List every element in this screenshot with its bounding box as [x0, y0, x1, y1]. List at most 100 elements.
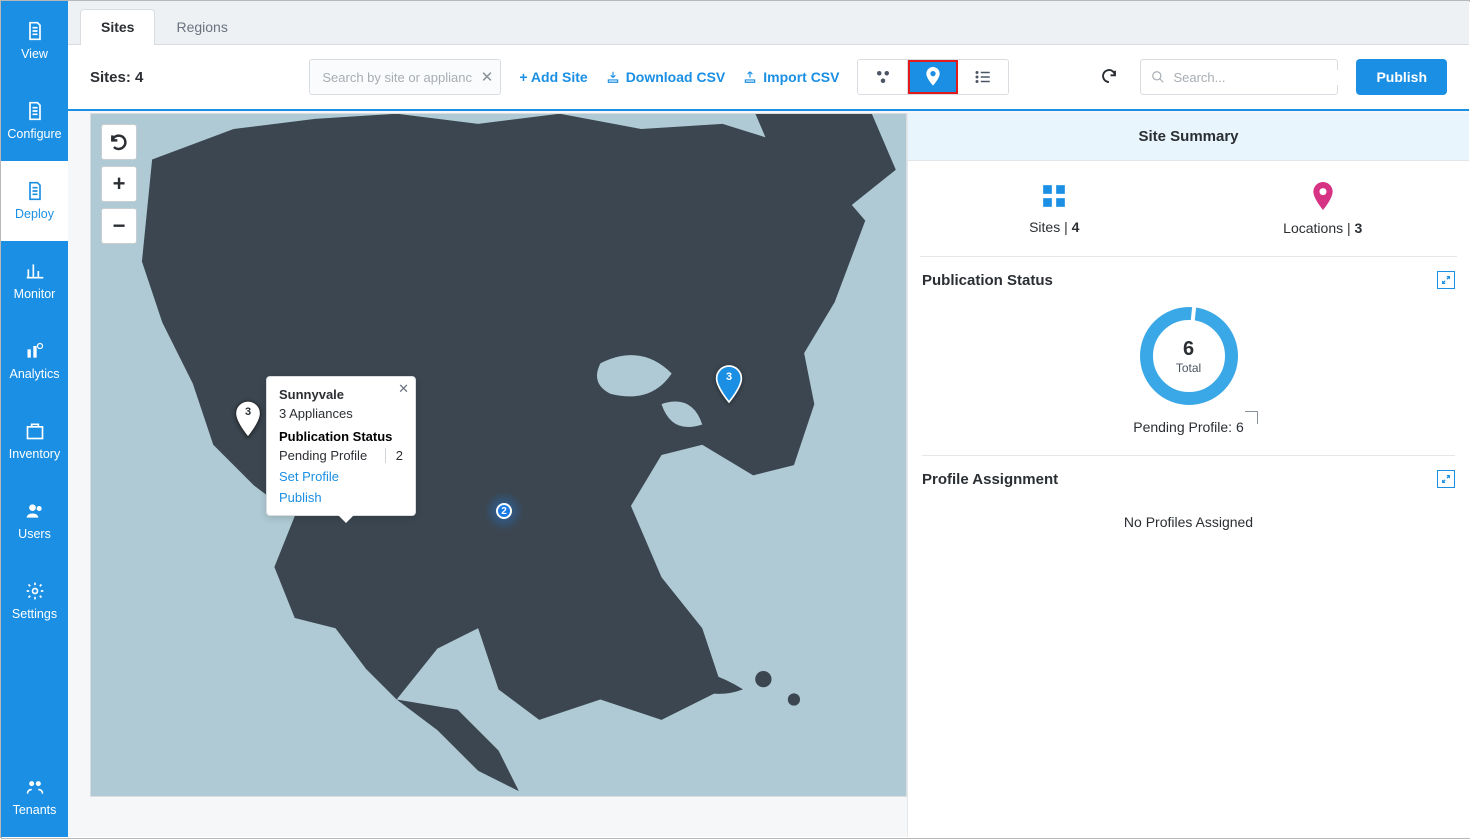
grid-icon	[1041, 183, 1067, 209]
tenants-icon	[25, 777, 45, 797]
popup-title: Sunnyvale	[279, 387, 403, 402]
summary-pane: Site Summary Sites | 4 Locations | 3 Pub…	[907, 113, 1469, 837]
stat-sites[interactable]: Sites | 4	[920, 161, 1189, 256]
world-map	[91, 114, 906, 796]
gear-icon	[25, 581, 45, 601]
sidebar-item-label: Tenants	[13, 803, 57, 817]
download-icon	[606, 70, 620, 84]
pin-count: 3	[245, 406, 251, 418]
publish-button[interactable]: Publish	[1356, 59, 1447, 95]
sidebar-item-label: Monitor	[14, 287, 56, 301]
refresh-button[interactable]	[1100, 67, 1118, 88]
section-title: Profile Assignment	[922, 471, 1058, 488]
no-profiles-message: No Profiles Assigned	[922, 488, 1455, 556]
pin-icon	[925, 67, 941, 87]
tab-label: Sites	[101, 19, 134, 35]
import-csv-button[interactable]: Import CSV	[743, 69, 839, 85]
map-controls: + −	[101, 124, 137, 244]
pin-count: 3	[726, 371, 732, 383]
map-zoom-in-button[interactable]: +	[101, 166, 137, 202]
map-pin-west[interactable]: 3	[234, 401, 262, 437]
view-map-button[interactable]	[908, 60, 958, 94]
popup-appliances: 3 Appliances	[279, 406, 403, 421]
stat-value: 4	[1072, 219, 1080, 235]
expand-icon[interactable]	[1437, 271, 1455, 289]
sidebar-item-label: Analytics	[9, 367, 59, 381]
global-search	[1140, 59, 1338, 95]
close-icon[interactable]: ✕	[481, 68, 494, 86]
section-title: Publication Status	[922, 272, 1053, 289]
stat-locations[interactable]: Locations | 3	[1189, 161, 1458, 256]
link-label: Set Profile	[279, 469, 339, 484]
document-icon	[25, 101, 45, 121]
button-label: + Add Site	[519, 69, 587, 85]
tab-label: Regions	[176, 19, 227, 35]
add-site-button[interactable]: + Add Site	[519, 69, 587, 85]
tabs-bar: Sites Regions	[68, 1, 1469, 45]
sidebar-item-tenants[interactable]: Tenants	[1, 757, 68, 837]
map-reset-button[interactable]	[101, 124, 137, 160]
site-search: ✕	[309, 59, 501, 95]
popup-section-title: Publication Status	[279, 429, 403, 444]
sidebar-item-users[interactable]: Users	[1, 481, 68, 561]
pulse-count: 2	[501, 506, 507, 517]
profile-assignment-section: Profile Assignment No Profiles Assigned	[908, 456, 1469, 560]
content-body: + − 3 3 2 ✕ Sunnyvale	[68, 113, 1469, 837]
button-label: Import CSV	[763, 69, 839, 85]
tab-sites[interactable]: Sites	[80, 9, 155, 45]
sidebar-item-view[interactable]: View	[1, 1, 68, 81]
undo-icon	[109, 132, 129, 152]
popup-set-profile-link[interactable]: Set Profile	[279, 469, 403, 484]
close-icon[interactable]: ✕	[398, 381, 409, 397]
global-search-input[interactable]	[1173, 70, 1349, 85]
map-zoom-out-button[interactable]: −	[101, 208, 137, 244]
sidebar-item-configure[interactable]: Configure	[1, 81, 68, 161]
popup-pending-value: 2	[385, 448, 403, 463]
publication-status-section: Publication Status 6 Total Pending Profi…	[908, 257, 1469, 449]
map-pulse-marker[interactable]: 2	[484, 491, 524, 531]
users-icon	[25, 501, 45, 521]
document-icon	[25, 21, 45, 41]
cluster-icon	[874, 68, 892, 86]
sidebar-item-label: Settings	[12, 607, 57, 621]
sidebar-item-label: Deploy	[15, 207, 54, 221]
sidebar-item-settings[interactable]: Settings	[1, 561, 68, 641]
stat-label: Locations |	[1283, 220, 1354, 236]
tab-regions[interactable]: Regions	[155, 9, 248, 45]
summary-stats: Sites | 4 Locations | 3	[920, 161, 1457, 257]
toolbar: Sites: 4 ✕ + Add Site Download CSV Impor…	[68, 45, 1469, 111]
main-area: Sites Regions Sites: 4 ✕ + Add Site Down…	[68, 1, 1469, 837]
popup-publish-link[interactable]: Publish	[279, 490, 403, 505]
sidebar-item-monitor[interactable]: Monitor	[1, 241, 68, 321]
bar-chart-icon	[25, 261, 45, 281]
donut-chart: 6 Total Pending Profile: 6	[922, 289, 1455, 445]
map-pane: + − 3 3 2 ✕ Sunnyvale	[68, 113, 907, 837]
download-csv-button[interactable]: Download CSV	[606, 69, 726, 85]
button-label: Download CSV	[626, 69, 726, 85]
view-toggle	[857, 59, 1009, 95]
stat-label: Sites |	[1029, 219, 1072, 235]
popup-pending-label: Pending Profile	[279, 448, 367, 463]
sidebar-item-deploy[interactable]: Deploy	[1, 161, 68, 241]
left-sidebar: View Configure Deploy Monitor Analytics …	[1, 1, 68, 837]
view-list-button[interactable]	[958, 60, 1008, 94]
summary-header: Site Summary	[908, 113, 1469, 161]
sidebar-item-label: Configure	[7, 127, 61, 141]
button-label: Publish	[1376, 69, 1427, 85]
location-pin-icon	[1312, 182, 1334, 210]
map-popup: ✕ Sunnyvale 3 Appliances Publication Sta…	[266, 376, 416, 516]
search-input[interactable]	[309, 59, 501, 95]
analytics-icon	[25, 341, 45, 361]
donut-total-label: Total	[1176, 361, 1201, 375]
link-label: Publish	[279, 490, 322, 505]
inventory-icon	[25, 421, 45, 441]
expand-icon[interactable]	[1437, 470, 1455, 488]
sidebar-item-inventory[interactable]: Inventory	[1, 401, 68, 481]
donut-legend: Pending Profile: 6	[1133, 419, 1244, 435]
sidebar-item-analytics[interactable]: Analytics	[1, 321, 68, 401]
map[interactable]: + − 3 3 2 ✕ Sunnyvale	[90, 113, 907, 797]
donut-total: 6	[1183, 338, 1194, 361]
map-pin-east[interactable]: 3	[715, 366, 743, 402]
view-cluster-button[interactable]	[858, 60, 908, 94]
sidebar-item-label: View	[21, 47, 48, 61]
